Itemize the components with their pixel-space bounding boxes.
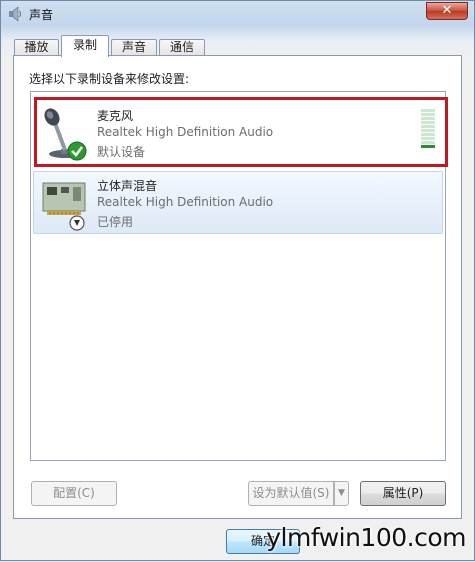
device-driver: Realtek High Definition Audio: [97, 195, 274, 209]
device-list[interactable]: 麦克风 Realtek High Definition Audio 默认设备 立…: [30, 91, 448, 461]
device-name: 立体声混音: [97, 179, 158, 193]
highlight-box: [34, 97, 448, 167]
speaker-icon: [9, 6, 21, 22]
watermark-text: ylmfwin100.com: [266, 523, 466, 552]
close-button[interactable]: ✕: [426, 2, 468, 20]
tab-recording[interactable]: 录制: [61, 35, 109, 57]
device-item-microphone[interactable]: 麦克风 Realtek High Definition Audio 默认设备: [33, 97, 448, 167]
tab-sounds[interactable]: 声音: [111, 39, 157, 56]
set-default-button[interactable]: 设为默认值(S): [248, 481, 334, 506]
title-bar[interactable]: 声音 ✕: [1, 1, 474, 27]
tab-playback[interactable]: 播放: [14, 39, 59, 56]
window-title: 声音: [29, 8, 54, 22]
sound-card-icon: [42, 182, 86, 231]
disabled-arrow-icon: [69, 215, 85, 231]
recording-panel: 选择以下录制设备来修改设置: 麦克风 Realtek High Definiti…: [13, 55, 462, 519]
device-status: 已停用: [97, 215, 134, 229]
properties-button[interactable]: 属性(P): [360, 481, 446, 506]
set-default-dropdown[interactable]: ▼: [334, 481, 349, 506]
device-item-stereo-mix[interactable]: 立体声混音 Realtek High Definition Audio 已停用: [33, 171, 443, 234]
instruction-text: 选择以下录制设备来修改设置:: [29, 72, 190, 86]
tab-communications[interactable]: 通信: [159, 39, 205, 56]
sound-dialog: 声音 ✕ 播放 录制 声音 通信 选择以下录制设备来修改设置: 麦克风 Real…: [0, 0, 475, 561]
configure-button[interactable]: 配置(C): [31, 481, 117, 506]
